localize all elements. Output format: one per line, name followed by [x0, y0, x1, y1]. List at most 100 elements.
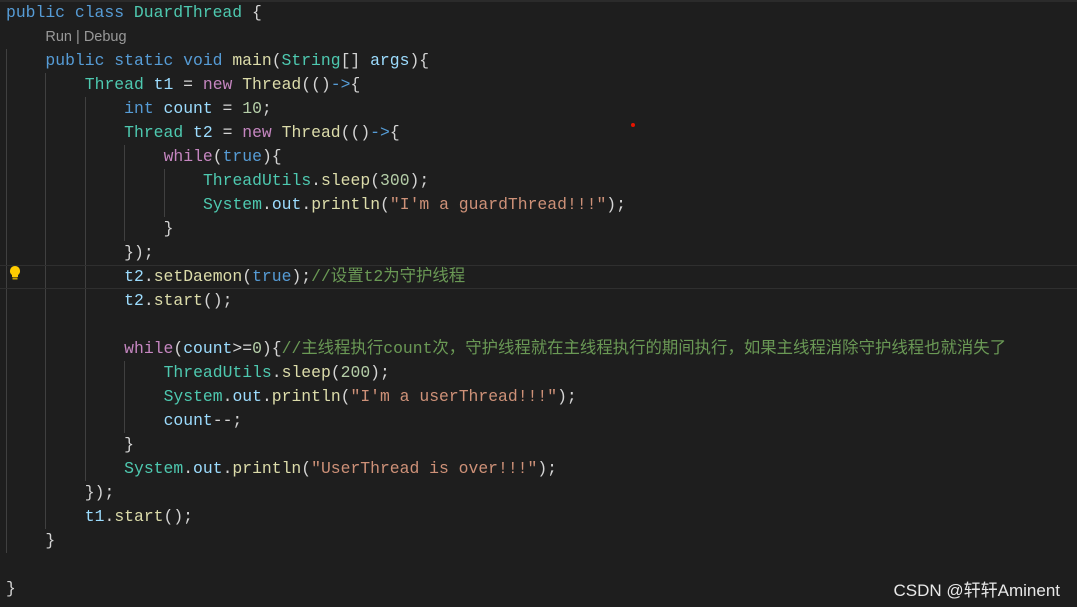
code-line[interactable]: ThreadUtils.sleep(200); — [6, 361, 1077, 385]
indent-guide — [6, 193, 45, 217]
indent-guide — [84, 193, 124, 217]
code-token: true — [222, 147, 262, 166]
code-token: = — [173, 75, 203, 94]
code-token: t2 — [124, 267, 144, 286]
indent-guide — [84, 145, 124, 169]
code-token: t1 — [84, 507, 105, 526]
code-token: { — [350, 75, 361, 94]
code-line[interactable]: public static void main(String[] args){ — [6, 49, 1077, 73]
code-line[interactable] — [6, 553, 1077, 577]
code-token: System — [202, 195, 262, 214]
code-line[interactable]: public class DuardThread { — [6, 1, 1077, 25]
indent-guide — [6, 73, 45, 97]
code-line[interactable]: } — [6, 217, 1077, 241]
code-line[interactable]: System.out.println("UserThread is over!!… — [6, 457, 1077, 481]
codelens-run[interactable]: Run — [45, 29, 72, 45]
code-line[interactable]: } — [6, 529, 1077, 553]
code-token: ( — [173, 339, 184, 358]
indent-guide — [45, 97, 84, 121]
code-token: "UserThread is over!!!" — [311, 459, 538, 478]
code-line[interactable]: count--; — [6, 409, 1077, 433]
code-line[interactable]: t2.start(); — [6, 289, 1077, 313]
code-token: Thread — [124, 123, 184, 142]
indent-guide — [6, 217, 45, 241]
code-line[interactable]: int count = 10; — [6, 97, 1077, 121]
code-token: System — [124, 459, 184, 478]
indent-guide — [124, 385, 163, 409]
code-token: Thread — [84, 75, 144, 94]
code-token: . — [222, 387, 233, 406]
code-line[interactable]: t2.setDaemon(true);//设置t2为守护线程 — [0, 265, 1077, 289]
code-token: } — [163, 219, 174, 238]
indent-guide — [45, 169, 84, 193]
code-token: ( — [370, 171, 381, 190]
indent-guide — [84, 409, 124, 433]
code-token: . — [104, 507, 115, 526]
code-token: (() — [340, 123, 371, 142]
indent-guide — [84, 385, 124, 409]
code-token: . — [261, 195, 272, 214]
indent-guide — [45, 193, 84, 217]
code-line[interactable]: Thread t2 = new Thread(()->{ — [6, 121, 1077, 145]
code-token: . — [183, 459, 194, 478]
code-line[interactable]: } — [6, 433, 1077, 457]
code-token: ThreadUtils — [163, 363, 272, 382]
watermark: CSDN @轩轩Aminent — [893, 581, 1060, 600]
indent-guide — [6, 409, 45, 433]
indent-guide — [6, 361, 45, 385]
code-token: t2 — [124, 291, 144, 310]
code-line[interactable]: ThreadUtils.sleep(300); — [6, 169, 1077, 193]
code-token: "I'm a guardThread!!!" — [389, 195, 607, 214]
code-line[interactable]: t1.start(); — [6, 505, 1077, 529]
indent-guide — [6, 505, 45, 529]
code-line[interactable]: while(true){ — [6, 145, 1077, 169]
lightbulb-icon[interactable] — [9, 265, 21, 281]
code-line[interactable]: }); — [6, 241, 1077, 265]
code-token: t2 — [193, 123, 213, 142]
code-token: 0 — [252, 339, 262, 358]
indent-guide — [45, 337, 84, 361]
code-line[interactable]: }); — [6, 481, 1077, 505]
code-line[interactable]: Run | Debug — [6, 25, 1077, 49]
codelens-debug[interactable]: Debug — [84, 29, 127, 45]
indent-guide — [84, 289, 124, 313]
code-token: 300 — [380, 171, 410, 190]
indent-guide — [163, 169, 203, 193]
indent-guide — [6, 457, 45, 481]
indent-guide — [45, 121, 84, 145]
code-token: --; — [212, 411, 243, 430]
indent-guide — [6, 121, 45, 145]
indent-guide — [6, 289, 45, 313]
code-token: ThreadUtils — [202, 171, 312, 190]
code-token: ( — [271, 51, 282, 70]
indent-guide — [6, 385, 45, 409]
code-line[interactable]: System.out.println("I'm a userThread!!!"… — [6, 385, 1077, 409]
code-line[interactable]: System.out.println("I'm a guardThread!!!… — [6, 193, 1077, 217]
code-token: ); — [557, 387, 577, 406]
code-token: ){ — [261, 147, 282, 166]
code-token: . — [271, 363, 282, 382]
indent-guide — [124, 193, 163, 217]
indent-guide — [45, 385, 84, 409]
code-comment: //主线程执行count次，守护线程就在主线程执行的期间执行，如果主线程消除守护… — [281, 339, 1007, 358]
code-token: -> — [370, 123, 390, 142]
code-line[interactable]: while(count>=0){//主线程执行count次，守护线程就在主线程执… — [6, 337, 1077, 361]
indent-guide — [45, 241, 84, 265]
indent-guide — [45, 481, 84, 505]
indent-guide — [124, 169, 163, 193]
indent-guide — [124, 145, 163, 169]
indent-guide — [84, 313, 124, 337]
code-editor[interactable]: public class DuardThread {Run | Debug pub… — [0, 1, 1077, 601]
code-token: }); — [124, 243, 154, 262]
indent-guide — [84, 169, 124, 193]
code-line[interactable] — [6, 313, 1077, 337]
code-token: ( — [330, 363, 341, 382]
indent-guide — [45, 289, 84, 313]
code-token: args — [370, 51, 410, 70]
indent-guide — [84, 217, 124, 241]
code-line[interactable]: Thread t1 = new Thread(()->{ — [6, 73, 1077, 97]
code-token: ); — [370, 363, 390, 382]
